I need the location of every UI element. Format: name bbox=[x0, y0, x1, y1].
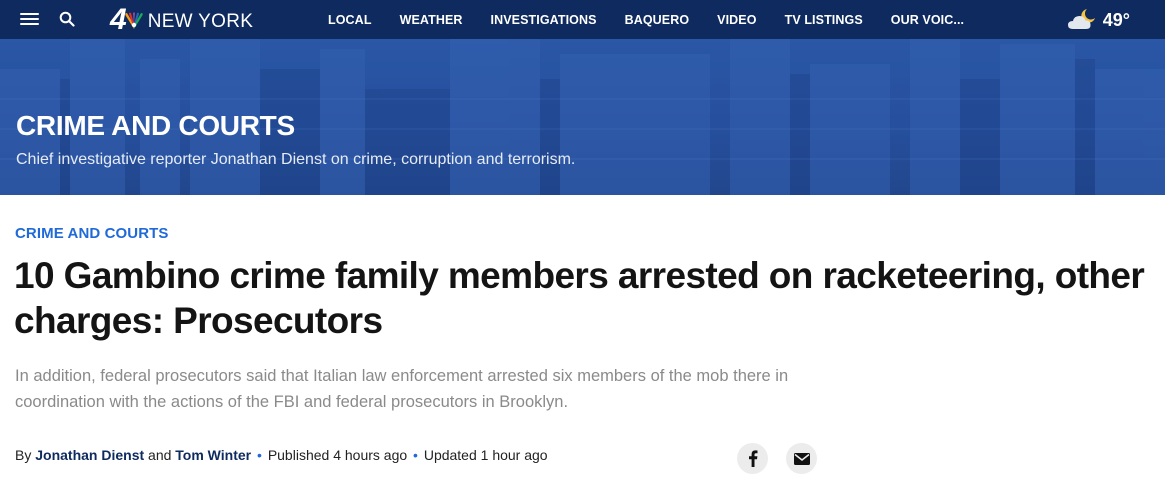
logo-text: NEW YORK bbox=[147, 10, 254, 32]
peacock-icon bbox=[124, 12, 143, 29]
nav-link-local[interactable]: LOCAL bbox=[328, 13, 372, 27]
nav-link-baquero[interactable]: BAQUERO bbox=[625, 13, 690, 27]
byline-and: and bbox=[148, 447, 172, 463]
section-title: CRIME AND COURTS bbox=[16, 110, 295, 141]
updated-time: Updated 1 hour ago bbox=[423, 447, 548, 463]
search-icon[interactable] bbox=[59, 11, 75, 27]
nav-link-weather[interactable]: WEATHER bbox=[400, 13, 463, 27]
byline-separator: • bbox=[413, 447, 418, 463]
nav-link-tv-listings[interactable]: TV LISTINGS bbox=[785, 13, 863, 27]
temperature-value: 49° bbox=[1102, 9, 1130, 30]
nav-link-video[interactable]: VIDEO bbox=[717, 13, 756, 27]
nbc4-logo[interactable]: 4 NEW YORK bbox=[110, 5, 253, 35]
partly-cloudy-night-icon bbox=[1067, 9, 1095, 29]
section-subtitle: Chief investigative reporter Jonathan Di… bbox=[16, 151, 576, 168]
nav-link-our-voices[interactable]: OUR VOIC... bbox=[891, 13, 964, 27]
article-byline: By Jonathan Dienst and Tom Winter • Publ… bbox=[15, 447, 548, 463]
weather-widget[interactable]: 49° bbox=[1067, 6, 1130, 34]
hamburger-menu-icon[interactable] bbox=[20, 13, 39, 26]
byline-separator: • bbox=[257, 447, 262, 463]
article-dek: In addition, federal prosecutors said th… bbox=[15, 367, 789, 411]
facebook-icon bbox=[748, 450, 757, 467]
author-link-jonathan-dienst[interactable]: Jonathan Dienst bbox=[35, 447, 144, 463]
email-icon bbox=[793, 452, 810, 465]
article-headline: 10 Gambino crime family members arrested… bbox=[14, 255, 1145, 341]
top-navigation: 4 NEW YORK LOCAL WEATHER INVESTIGATIONS … bbox=[0, 0, 1165, 39]
section-hero-banner: CRIME AND COURTS Chief investigative rep… bbox=[0, 39, 1165, 195]
share-email-button[interactable] bbox=[786, 443, 817, 474]
byline-by: By bbox=[15, 447, 32, 463]
author-link-tom-winter[interactable]: Tom Winter bbox=[175, 447, 251, 463]
share-facebook-button[interactable] bbox=[737, 443, 768, 474]
main-nav-links: LOCAL WEATHER INVESTIGATIONS BAQUERO VID… bbox=[328, 0, 992, 39]
published-time: Published 4 hours ago bbox=[267, 447, 408, 463]
article-category-link[interactable]: CRIME AND COURTS bbox=[15, 225, 169, 242]
nav-link-investigations[interactable]: INVESTIGATIONS bbox=[491, 13, 597, 27]
